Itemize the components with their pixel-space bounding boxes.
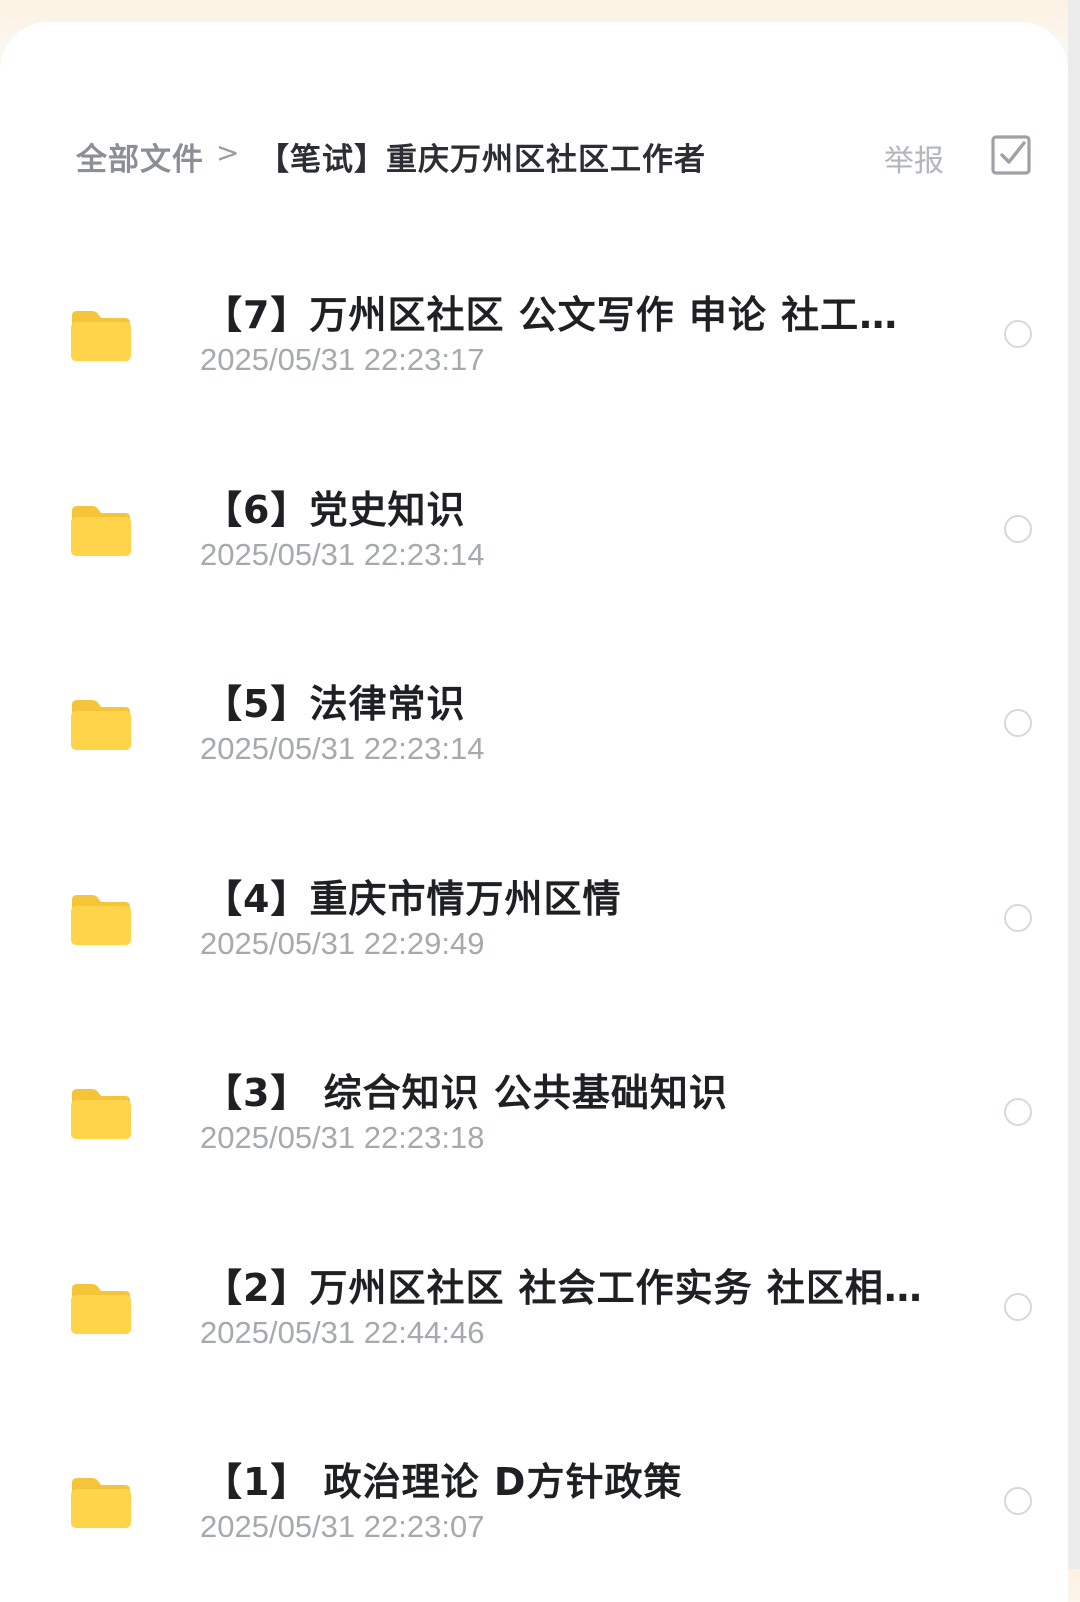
folder-row[interactable]: 【5】法律常识 2025/05/31 22:23:14 — [0, 625, 1068, 820]
folder-icon — [71, 894, 131, 945]
select-radio[interactable] — [1004, 709, 1032, 737]
folder-modified-time: 2025/05/31 22:23:17 — [200, 342, 485, 377]
select-radio[interactable] — [1004, 1292, 1032, 1321]
folder-name: 【4】重庆市情万州区情 — [204, 876, 622, 921]
folder-row[interactable]: 【4】重庆市情万州区情 2025/05/31 22:29:49 — [0, 820, 1068, 1015]
folder-icon — [71, 1089, 131, 1139]
scrollbar-track[interactable] — [1068, 0, 1080, 1569]
header-bar: 全部文件 > 【笔试】重庆万州区社区工作者 举报 — [0, 118, 1068, 190]
folder-icon — [71, 1283, 131, 1334]
folder-modified-time: 2025/05/31 22:29:49 — [200, 925, 485, 961]
select-radio[interactable] — [1004, 1487, 1032, 1515]
folder-icon — [71, 1478, 131, 1528]
breadcrumb-separator: > — [216, 136, 240, 169]
folder-modified-time: 2025/05/31 22:23:14 — [200, 731, 485, 766]
folder-icon — [71, 700, 131, 750]
folder-modified-time: 2025/05/31 22:23:18 — [200, 1120, 485, 1155]
select-radio[interactable] — [1004, 514, 1032, 543]
folder-row[interactable]: 【6】党史知识 2025/05/31 22:23:14 — [0, 431, 1068, 626]
folder-name: 【7】万州区社区 公文写作 申论 社工一… — [204, 293, 934, 337]
folder-modified-time: 2025/05/31 22:44:46 — [200, 1314, 485, 1350]
folder-icon — [71, 505, 131, 556]
folder-row[interactable]: 【2】万州区社区 社会工作实务 社区相… 2025/05/31 22:44:46 — [0, 1209, 1068, 1404]
file-list: 【7】万州区社区 公文写作 申论 社工一… 2025/05/31 22:23:1… — [0, 236, 1068, 1598]
folder-name: 【1】 政治理论 D方针政策 — [204, 1460, 683, 1504]
folder-name: 【2】万州区社区 社会工作实务 社区相… — [204, 1265, 923, 1310]
folder-name: 【3】 综合知识 公共基础知识 — [204, 1071, 728, 1115]
folder-name: 【6】党史知识 — [204, 487, 466, 532]
folder-row[interactable]: 【1】 政治理论 D方针政策 2025/05/31 22:23:07 — [0, 1403, 1068, 1598]
breadcrumb-root[interactable]: 全部文件 — [76, 134, 204, 179]
folder-modified-time: 2025/05/31 22:23:14 — [200, 536, 485, 572]
folder-row[interactable]: 【3】 综合知识 公共基础知识 2025/05/31 22:23:18 — [0, 1014, 1068, 1209]
select-radio[interactable] — [1004, 903, 1032, 932]
folder-icon — [71, 311, 131, 361]
breadcrumb-current-folder: 【笔试】重庆万州区社区工作者 — [258, 142, 706, 178]
folder-name: 【5】法律常识 — [204, 682, 466, 726]
report-button[interactable]: 举报 — [884, 136, 944, 180]
select-radio[interactable] — [1004, 1098, 1032, 1126]
folder-row[interactable]: 【7】万州区社区 公文写作 申论 社工一… 2025/05/31 22:23:1… — [0, 236, 1068, 431]
checkbox-select-icon[interactable] — [990, 134, 1032, 176]
folder-modified-time: 2025/05/31 22:23:07 — [200, 1509, 485, 1544]
select-radio[interactable] — [1004, 320, 1032, 348]
